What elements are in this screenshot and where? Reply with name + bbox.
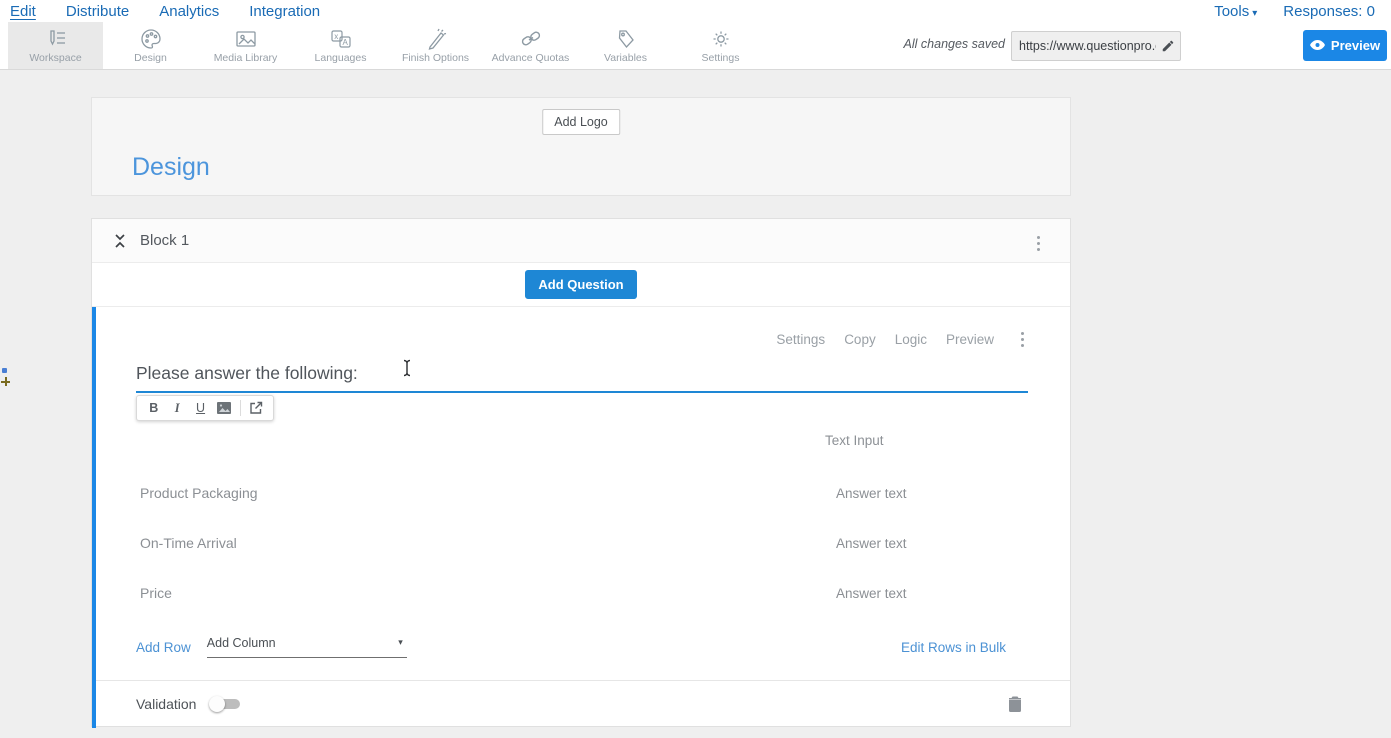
add-row-link[interactable]: Add Row: [136, 640, 191, 655]
italic-button[interactable]: I: [166, 397, 187, 419]
question-settings-link[interactable]: Settings: [776, 332, 825, 347]
column-header-text-input: Text Input: [825, 433, 1028, 448]
row-label[interactable]: On-Time Arrival: [140, 535, 237, 551]
preview-button[interactable]: Preview: [1303, 30, 1387, 61]
add-logo-button[interactable]: Add Logo: [542, 109, 620, 135]
add-column-dropdown[interactable]: Add Column ▾: [207, 636, 407, 658]
nav-item-edit[interactable]: Edit: [10, 3, 36, 20]
question-title-input[interactable]: Please answer the following:: [136, 363, 358, 383]
table-row: Product Packaging Answer text: [136, 468, 1028, 518]
toolbar-item-label: Design: [134, 52, 167, 64]
toolbar-right: All changes saved Preview: [911, 22, 1391, 70]
question-logic-link[interactable]: Logic: [895, 332, 927, 347]
magic-pen-icon: [424, 28, 448, 50]
svg-text:x: x: [334, 32, 338, 41]
underline-button[interactable]: U: [190, 397, 211, 419]
survey-canvas: Add Logo Design Block 1 Add Question Set…: [91, 70, 1071, 727]
toolbar-item-design[interactable]: Design: [103, 22, 198, 69]
save-status-text: All changes saved: [904, 37, 1005, 51]
block-header: Block 1: [92, 219, 1070, 263]
table-row: Price Answer text: [136, 568, 1028, 618]
svg-text:A: A: [342, 38, 348, 47]
answer-text-field[interactable]: Answer text: [836, 536, 907, 551]
toolbar-item-media-library[interactable]: Media Library: [198, 22, 293, 69]
add-question-row: Add Question: [92, 263, 1070, 307]
responses-count[interactable]: Responses: 0: [1283, 3, 1375, 20]
gear-icon: [709, 28, 733, 50]
row-label[interactable]: Price: [140, 585, 172, 601]
survey-url-input[interactable]: [1011, 31, 1181, 61]
preview-label: Preview: [1331, 38, 1380, 53]
translate-icon: x A: [329, 28, 353, 50]
palette-icon: [139, 28, 163, 50]
nav-item-integration[interactable]: Integration: [249, 3, 320, 20]
eye-icon: [1310, 38, 1325, 53]
edit-url-pencil-icon[interactable]: [1161, 39, 1175, 58]
design-panel: Add Logo Design: [91, 97, 1071, 196]
row-column-controls: Add Row Add Column ▾ Edit Rows in Bulk: [136, 632, 1028, 662]
toolbar-item-label: Variables: [604, 52, 647, 64]
validation-toggle[interactable]: [212, 699, 240, 709]
edit-rows-in-bulk-link[interactable]: Edit Rows in Bulk: [901, 640, 1006, 655]
tools-menu[interactable]: Tools▾: [1214, 3, 1257, 20]
chevron-down-icon: ▾: [398, 637, 403, 648]
delete-question-trash-icon[interactable]: [1008, 695, 1022, 712]
block-title: Block 1: [140, 232, 189, 249]
toolbar-item-variables[interactable]: Variables: [578, 22, 673, 69]
block-card: Block 1 Add Question Settings Copy Logic…: [91, 218, 1071, 727]
nav-item-analytics[interactable]: Analytics: [159, 3, 219, 20]
collapse-block-icon[interactable]: [112, 232, 128, 250]
answer-text-field[interactable]: Answer text: [836, 486, 907, 501]
question-title-underline: [136, 391, 1028, 393]
editor-toolbar: Workspace Design Media Library x A Langu…: [0, 22, 1391, 70]
insert-link-button[interactable]: [246, 397, 267, 419]
toolbar-item-advance-quotas[interactable]: Advance Quotas: [483, 22, 578, 69]
toolbar-item-label: Languages: [315, 52, 367, 64]
question-menu-kebab-icon[interactable]: [1017, 328, 1028, 351]
toolbar-item-workspace[interactable]: Workspace: [8, 22, 103, 69]
answer-text-field[interactable]: Answer text: [836, 586, 907, 601]
workspace-icon: [44, 28, 68, 50]
bold-button[interactable]: B: [143, 397, 164, 419]
tag-icon: [614, 28, 638, 50]
tools-label: Tools: [1214, 3, 1249, 20]
chain-link-icon: [519, 28, 543, 50]
toolbar-item-label: Advance Quotas: [492, 52, 570, 64]
toolbar-item-finish-options[interactable]: Finish Options: [388, 22, 483, 69]
insert-image-button[interactable]: [213, 397, 234, 419]
question-preview-link[interactable]: Preview: [946, 332, 994, 347]
top-nav: Edit Distribute Analytics Integration To…: [0, 0, 1391, 22]
toolbar-item-label: Media Library: [214, 52, 278, 64]
matrix-rows: Product Packaging Answer text On-Time Ar…: [136, 468, 1028, 618]
block-menu-kebab-icon[interactable]: [1033, 232, 1044, 255]
validation-label: Validation: [136, 696, 196, 712]
row-label[interactable]: Product Packaging: [140, 485, 258, 501]
question-card: Settings Copy Logic Preview Please answe…: [92, 307, 1070, 728]
add-column-label: Add Column: [207, 636, 276, 650]
toolbar-divider: [240, 400, 241, 416]
question-copy-link[interactable]: Copy: [844, 332, 876, 347]
screen-edge-artifact: [0, 368, 9, 394]
nav-item-distribute[interactable]: Distribute: [66, 3, 129, 20]
question-footer: Validation: [96, 680, 1070, 726]
toolbar-item-label: Settings: [702, 52, 740, 64]
toolbar-item-label: Finish Options: [402, 52, 469, 64]
text-format-toolbar: B I U: [136, 395, 274, 421]
text-cursor-icon: [402, 359, 412, 382]
toolbar-item-label: Workspace: [29, 52, 81, 64]
image-icon: [234, 28, 258, 50]
chevron-down-icon: ▾: [1252, 8, 1257, 19]
design-panel-title: Design: [132, 153, 210, 182]
toolbar-item-languages[interactable]: x A Languages: [293, 22, 388, 69]
table-row: On-Time Arrival Answer text: [136, 518, 1028, 568]
add-question-button[interactable]: Add Question: [525, 270, 636, 299]
question-actions: Settings Copy Logic Preview: [136, 307, 1028, 351]
toolbar-item-settings[interactable]: Settings: [673, 22, 768, 69]
